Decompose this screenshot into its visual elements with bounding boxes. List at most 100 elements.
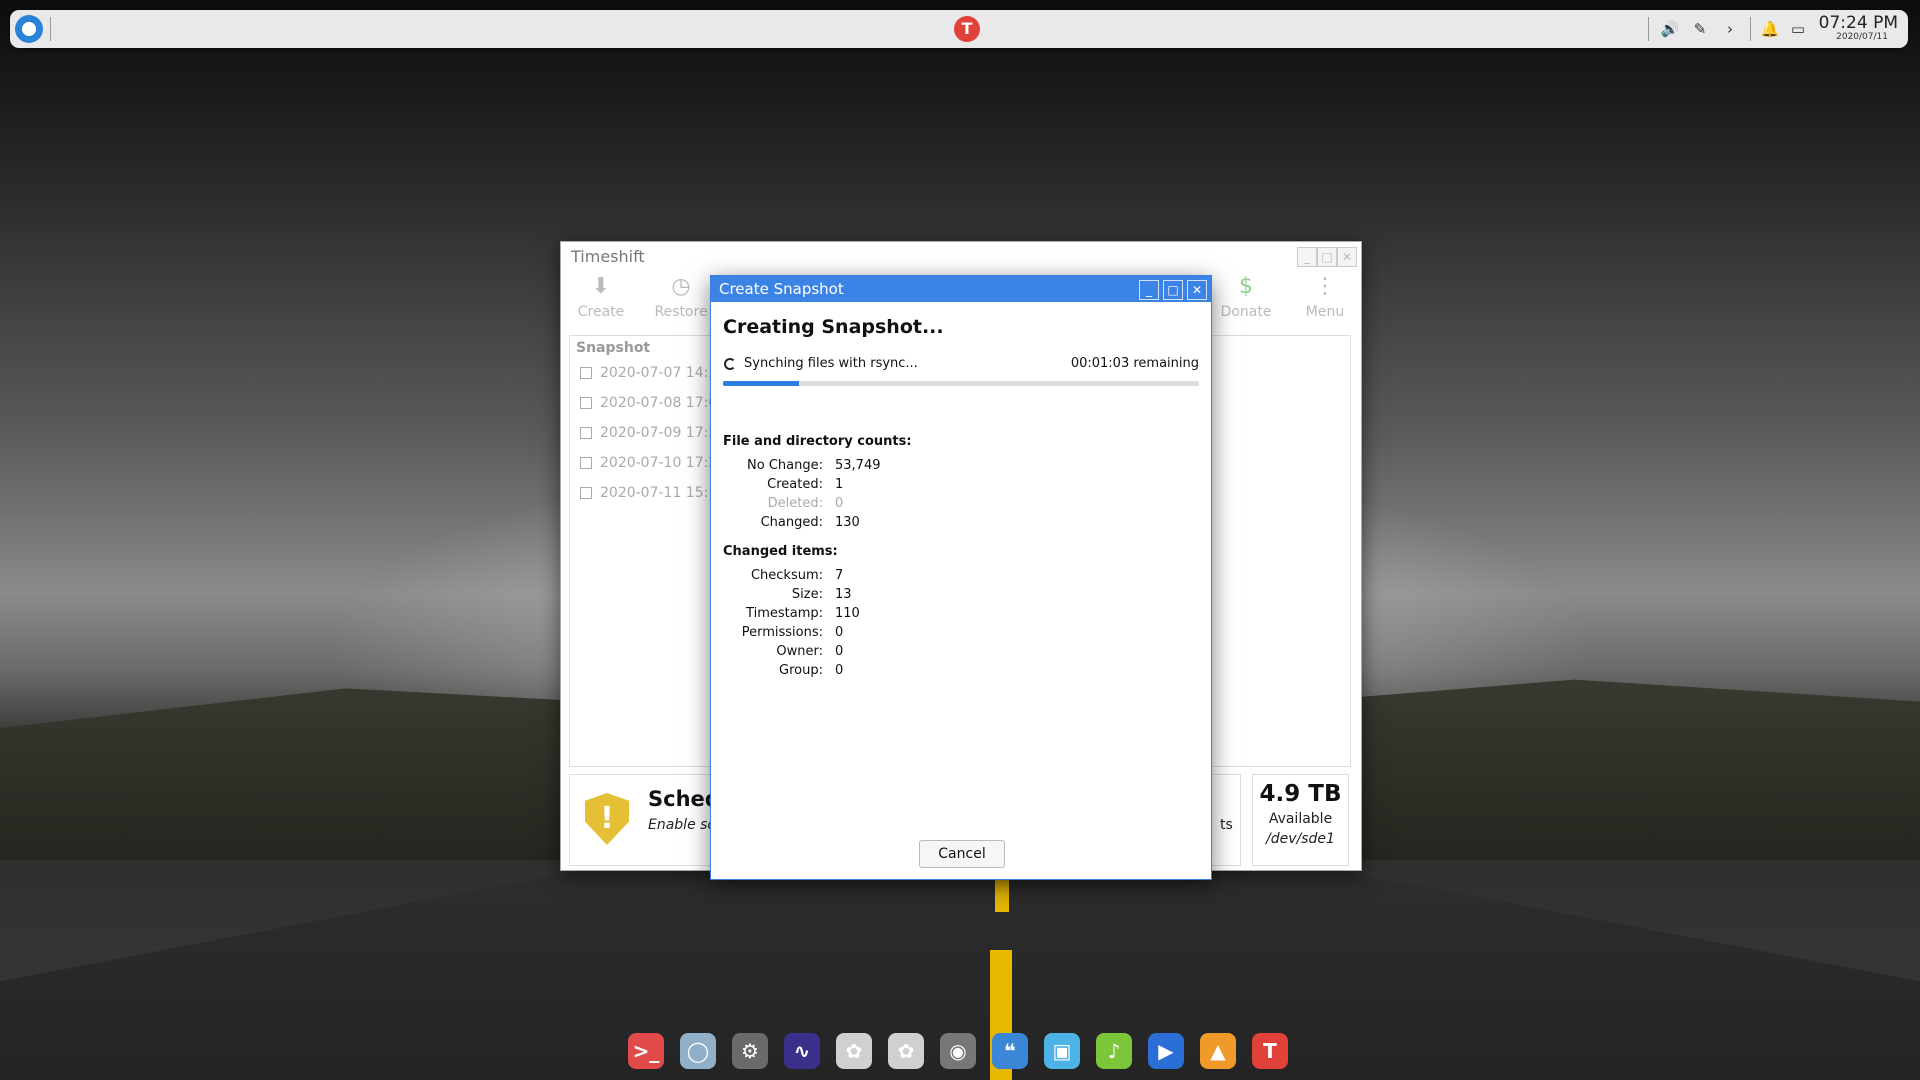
space-available-value: 4.9 TB	[1259, 781, 1342, 807]
count-value: 130	[835, 515, 860, 530]
device-name: /dev/sde1	[1266, 831, 1335, 847]
top-panel: T 🔊 ✎ › 🔔 ▭ 07:24 PM 2020/07/11	[10, 10, 1908, 48]
dock-browser-icon[interactable]: ◯	[680, 1033, 716, 1069]
changed-label: Timestamp:	[746, 606, 823, 621]
changed-value: 0	[835, 644, 844, 659]
snapshot-date: 2020-07-11 15:1	[600, 485, 718, 501]
snapshot-icon	[580, 367, 592, 379]
toolbar-donate-button[interactable]: $ Donate	[1216, 272, 1276, 320]
time-remaining: 00:01:03 remaining	[1070, 356, 1199, 371]
panel-separator	[1750, 17, 1751, 41]
launcher-icon[interactable]	[15, 15, 43, 43]
dialog-titlebar[interactable]: Create Snapshot _ □ ✕	[711, 276, 1211, 302]
snapshot-icon	[580, 427, 592, 439]
toolbar-menu-button[interactable]: ⋮ Menu	[1295, 272, 1355, 320]
bell-icon[interactable]: 🔔	[1760, 19, 1780, 39]
count-value: 0	[835, 496, 844, 511]
minimize-button[interactable]: _	[1139, 280, 1159, 300]
dock-settings-icon[interactable]: ✿	[836, 1033, 872, 1069]
dock-terminal-icon[interactable]: >_	[628, 1033, 664, 1069]
timeshift-tray-icon[interactable]: T	[954, 16, 980, 42]
toolbar-create-button[interactable]: ⬇ Create	[571, 272, 631, 320]
space-available-label: Available	[1268, 811, 1333, 827]
dock-video-player-icon[interactable]: ▶	[1148, 1033, 1184, 1069]
snapshot-icon	[580, 487, 592, 499]
pen-icon[interactable]: ✎	[1690, 19, 1710, 39]
changed-value: 110	[835, 606, 860, 621]
maximize-button[interactable]: □	[1317, 247, 1337, 267]
changed-heading: Changed items:	[723, 544, 838, 559]
volume-icon[interactable]: 🔊	[1660, 19, 1680, 39]
dock-app-store-icon[interactable]: ▣	[1044, 1033, 1080, 1069]
dock-image-viewer-icon[interactable]: ▲	[1200, 1033, 1236, 1069]
dock-notes-icon[interactable]: ❝	[992, 1033, 1028, 1069]
snapshot-row[interactable]: 2020-07-07 14:3	[580, 365, 717, 381]
download-icon: ⬇	[591, 274, 611, 299]
dialog-title: Create Snapshot	[719, 280, 844, 298]
disk-space-panel: 4.9 TB Available /dev/sde1	[1252, 774, 1349, 866]
snapshot-row[interactable]: 2020-07-11 15:1	[580, 485, 717, 501]
snapshot-date: 2020-07-10 17:2	[600, 455, 718, 471]
maximize-button[interactable]: □	[1163, 280, 1183, 300]
dollar-icon: $	[1239, 274, 1253, 299]
toolbar-label: Menu	[1305, 304, 1345, 320]
dock-system-monitor-icon[interactable]: ∿	[784, 1033, 820, 1069]
count-label: No Change:	[747, 458, 823, 473]
spinner-icon	[724, 358, 736, 370]
toolbar-label: Donate	[1220, 304, 1272, 320]
snapshot-date: 2020-07-09 17:5	[600, 425, 718, 441]
toolbar-label: Restore	[654, 304, 708, 320]
count-label: Changed:	[760, 515, 823, 530]
snapshot-icon	[580, 397, 592, 409]
dock-settings-alt-icon[interactable]: ✿	[888, 1033, 924, 1069]
snapshot-row[interactable]: 2020-07-08 17:0	[580, 395, 717, 411]
count-value: 53,749	[835, 458, 881, 473]
panel-separator	[50, 17, 51, 41]
chevron-right-icon[interactable]: ›	[1720, 19, 1740, 39]
count-value: 1	[835, 477, 844, 492]
dock-disk-utility-icon[interactable]: ◉	[940, 1033, 976, 1069]
count-label: Created:	[767, 477, 823, 492]
close-button[interactable]: ✕	[1337, 247, 1357, 267]
changed-label: Permissions:	[741, 625, 823, 640]
changed-value: 7	[835, 568, 844, 583]
snapshot-row[interactable]: 2020-07-09 17:5	[580, 425, 717, 441]
changed-label: Group:	[779, 663, 823, 678]
changed-label: Checksum:	[750, 568, 823, 583]
snapshot-icon	[580, 457, 592, 469]
minimize-button[interactable]: _	[1297, 247, 1317, 267]
counts-heading: File and directory counts:	[723, 434, 912, 449]
panel-separator	[1648, 17, 1649, 41]
dock-steam-icon[interactable]: ⚙	[732, 1033, 768, 1069]
changed-value: 13	[835, 587, 852, 602]
column-header-snapshot[interactable]: Snapshot	[576, 340, 650, 356]
dialog-heading: Creating Snapshot...	[723, 316, 944, 338]
changed-label: Size:	[791, 587, 823, 602]
toolbar-restore-button[interactable]: ◷ Restore	[651, 272, 711, 320]
count-label: Deleted:	[767, 496, 823, 511]
schedule-subtitle: Enable sc	[648, 817, 716, 833]
progress-fill	[723, 381, 800, 386]
snapshot-date: 2020-07-08 17:0	[600, 395, 718, 411]
warning-shield-icon: !	[585, 793, 629, 845]
clock-date: 2020/07/11	[1836, 32, 1888, 42]
cancel-button[interactable]: Cancel	[919, 840, 1005, 868]
dock-timeshift-icon[interactable]: T	[1252, 1033, 1288, 1069]
restore-icon: ◷	[671, 274, 691, 299]
changed-value: 0	[835, 663, 844, 678]
create-snapshot-dialog: Create Snapshot _ □ ✕ Creating Snapshot.…	[710, 275, 1212, 880]
status-text: Synching files with rsync...	[744, 356, 918, 371]
menu-dots-icon: ⋮	[1314, 274, 1336, 299]
close-button[interactable]: ✕	[1187, 280, 1207, 300]
dock-music-icon[interactable]: ♪	[1096, 1033, 1132, 1069]
road-lane-marking	[995, 880, 1009, 912]
snapshot-date: 2020-07-07 14:3	[600, 365, 718, 381]
toolbar-label: Create	[577, 304, 625, 320]
snapshot-row[interactable]: 2020-07-10 17:2	[580, 455, 717, 471]
changed-label: Owner:	[776, 644, 823, 659]
schedule-partial-text: ts	[1220, 817, 1233, 833]
changed-value: 0	[835, 625, 844, 640]
keyboard-icon[interactable]: ▭	[1788, 19, 1808, 39]
progress-bar	[723, 381, 1199, 386]
clock-time[interactable]: 07:24 PM	[1819, 13, 1898, 33]
